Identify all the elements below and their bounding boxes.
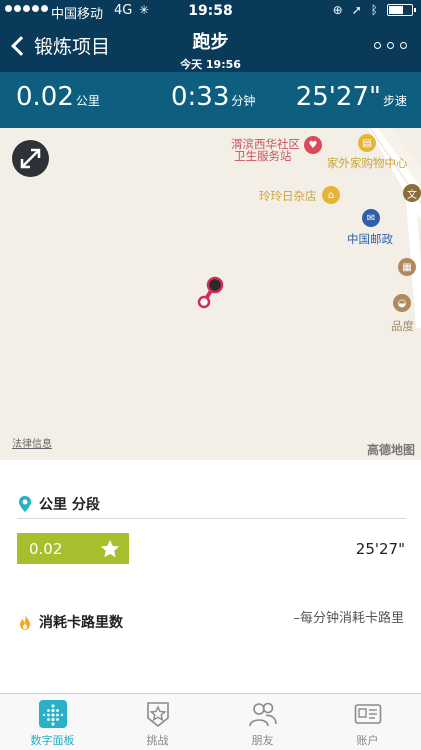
distance-value: 0.02 — [16, 82, 74, 112]
route-path — [197, 276, 224, 309]
location-pin-icon — [19, 496, 31, 512]
bluetooth-icon: ᛒ — [370, 3, 378, 17]
flame-icon — [20, 614, 30, 630]
navigation-bar: 锻炼项目 跑步 今天 19:56 — [0, 22, 421, 72]
tab-friends-label: 朋友 — [251, 734, 274, 747]
dashboard-grid-icon — [38, 700, 67, 728]
route-end-marker — [206, 276, 224, 294]
duration-unit: 分钟 — [231, 94, 256, 108]
route-map[interactable]: 渭滨西华社区 卫生服务站 ♥ ▤ 家外家购物中心 玲玲日杂店 ⌂ 文 ✉ 中国邮… — [0, 128, 421, 460]
friends-icon — [248, 702, 277, 727]
duration-value: 0:33 — [171, 82, 230, 112]
tab-account-label: 账户 — [356, 734, 379, 747]
split-distance: 0.02 — [29, 539, 63, 558]
battery-icon — [387, 4, 416, 16]
stats-band: 0.02 公里 0:33 分钟 25'27" 步速 — [0, 72, 421, 128]
account-card-icon — [354, 704, 381, 724]
status-bar: 中国移动 4G ✳ 19:58 ⊕ ➚ ᛒ — [0, 0, 421, 22]
tab-challenges[interactable]: 挑战 — [105, 694, 210, 750]
split-pace: 25'27" — [355, 540, 405, 558]
tab-bar: 数字面板 挑战 朋友 账户 — [0, 693, 421, 750]
splits-header-label: 公里 分段 — [39, 497, 100, 513]
tab-dashboard[interactable]: 数字面板 — [0, 694, 105, 750]
more-options-button[interactable] — [374, 42, 407, 49]
pace-value: 25'27" — [295, 82, 381, 112]
page-title: 跑步 — [192, 32, 229, 53]
tab-challenges-label: 挑战 — [146, 734, 169, 747]
tab-account[interactable]: 账户 — [315, 694, 420, 750]
star-badge-icon — [146, 702, 169, 728]
page-subtitle: 今天 19:56 — [180, 58, 241, 71]
route-start-marker — [197, 295, 211, 309]
pace-unit: 步速 — [382, 94, 407, 108]
top-bar: 中国移动 4G ✳ 19:58 ⊕ ➚ ᛒ 锻炼项目 跑步 今天 19:56 — [0, 0, 421, 72]
distance-stat: 0.02 公里 — [16, 82, 100, 112]
legal-info-link[interactable]: 法律信息 — [12, 435, 52, 450]
tab-dashboard-label: 数字面板 — [30, 734, 75, 747]
divider — [17, 518, 406, 519]
calories-header: 消耗卡路里数 — [17, 612, 123, 632]
rotation-lock-icon: ⊕ — [332, 3, 343, 17]
location-arrow-icon: ➚ — [351, 3, 362, 17]
splits-header: 公里 分段 — [17, 494, 100, 514]
status-right-icons: ⊕ ➚ ᛒ — [332, 3, 416, 17]
screen: 中国移动 4G ✳ 19:58 ⊕ ➚ ᛒ 锻炼项目 跑步 今天 19:56 0… — [0, 0, 421, 750]
duration-stat: 0:33 分钟 — [171, 82, 255, 112]
calories-per-minute-note: –每分钟消耗卡路里 — [293, 611, 404, 626]
pace-stat: 25'27" 步速 — [296, 82, 407, 112]
map-provider-logo: 高德地图 — [366, 443, 415, 457]
title-block: 跑步 今天 19:56 — [0, 28, 421, 72]
calories-header-label: 消耗卡路里数 — [39, 615, 123, 631]
split-row-bar: 0.02 — [17, 533, 129, 564]
tab-friends[interactable]: 朋友 — [210, 694, 315, 750]
distance-unit: 公里 — [75, 94, 100, 108]
star-icon — [100, 539, 120, 557]
